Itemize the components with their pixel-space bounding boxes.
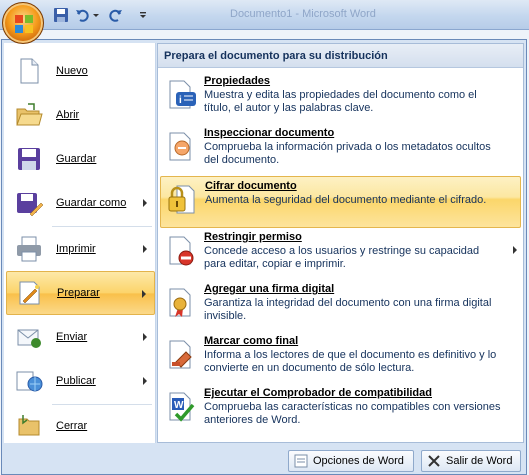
options-icon bbox=[294, 454, 308, 468]
svg-text:i: i bbox=[179, 95, 182, 106]
menu-label: Imprimir bbox=[56, 243, 96, 255]
menu-item-abrir[interactable]: Abrir bbox=[6, 93, 155, 137]
exit-word-label: Salir de Word bbox=[446, 455, 513, 467]
menu-item-nuevo[interactable]: Nuevo bbox=[6, 49, 155, 93]
word-options-button[interactable]: Opciones de Word bbox=[288, 450, 414, 472]
digital-signature-icon bbox=[169, 288, 191, 317]
properties-icon: i bbox=[169, 80, 196, 109]
mark-final-icon bbox=[169, 340, 192, 369]
undo-icon[interactable] bbox=[74, 6, 92, 24]
office-button[interactable] bbox=[2, 2, 44, 44]
menu-item-publicar[interactable]: Publicar bbox=[6, 359, 155, 403]
submenu-item-desc: Informa a los lectores de que el documen… bbox=[204, 349, 497, 374]
menu-item-cerrar[interactable]: Cerrar bbox=[6, 404, 155, 448]
submenu-item-desc: Comprueba la información privada o los m… bbox=[204, 141, 491, 166]
submenu-arrow-icon bbox=[142, 290, 146, 298]
menu-item-enviar[interactable]: Enviar bbox=[6, 315, 155, 359]
compatibility-checker-icon: W bbox=[169, 392, 195, 422]
submenu-item-title: Ejecutar el Comprobador de compatibilida… bbox=[204, 387, 432, 399]
submenu-item-desc: Garantiza la integridad del documento co… bbox=[204, 297, 492, 322]
left-menu: Nuevo Abrir Guardar Guardar como Imprimi… bbox=[4, 43, 156, 443]
save-icon bbox=[18, 148, 40, 170]
restrict-permission-icon bbox=[169, 236, 194, 266]
new-document-icon bbox=[20, 58, 39, 84]
submenu-header: Prepara el documento para su distribució… bbox=[158, 44, 523, 68]
close-icon bbox=[428, 455, 440, 467]
office-logo-icon bbox=[15, 15, 33, 33]
title-bar: Documento1 - Microsoft Word bbox=[0, 0, 529, 30]
menu-label: Enviar bbox=[56, 331, 88, 343]
submenu-arrow-icon bbox=[143, 377, 147, 385]
submenu-item-desc: Comprueba las características no compati… bbox=[204, 401, 501, 426]
redo-icon[interactable] bbox=[106, 6, 124, 24]
submenu-item-title: Propiedades bbox=[204, 75, 271, 87]
menu-label: Cerrar bbox=[56, 420, 88, 432]
submenu-item-title: Restringir permiso bbox=[204, 231, 302, 243]
menu-item-imprimir[interactable]: Imprimir bbox=[6, 227, 155, 271]
submenu-item-marcar-final[interactable]: Marcar como final Informa a los lectores… bbox=[160, 332, 521, 384]
menu-footer: Opciones de Word Salir de Word bbox=[2, 444, 526, 474]
prepare-submenu: Prepara el documento para su distribució… bbox=[157, 43, 524, 443]
submenu-item-title: Inspeccionar documento bbox=[204, 127, 335, 139]
submenu-item-title: Agregar una firma digital bbox=[204, 283, 335, 295]
submenu-arrow-icon bbox=[143, 199, 147, 207]
prepare-icon bbox=[19, 281, 40, 305]
menu-label: Abrir bbox=[56, 109, 80, 121]
menu-label: Publicar bbox=[56, 375, 96, 387]
submenu-item-compatibilidad[interactable]: W Ejecutar el Comprobador de compatibili… bbox=[160, 384, 521, 436]
menu-item-guardar-como[interactable]: Guardar como bbox=[6, 181, 155, 225]
save-as-icon bbox=[17, 193, 44, 217]
menu-label: Guardar bbox=[56, 153, 97, 165]
customize-icon[interactable] bbox=[138, 6, 148, 24]
menu-item-preparar[interactable]: Preparar bbox=[6, 271, 155, 315]
window-title: Documento1 - Microsoft Word bbox=[230, 8, 376, 20]
open-folder-icon bbox=[16, 103, 43, 126]
printer-icon bbox=[17, 236, 41, 262]
svg-text:W: W bbox=[174, 400, 184, 411]
menu-label: Guardar como bbox=[56, 197, 127, 209]
submenu-item-cifrar[interactable]: Cifrar documento Aumenta la seguridad de… bbox=[160, 176, 521, 228]
submenu-item-restringir[interactable]: Restringir permiso Concede acceso a los … bbox=[160, 228, 521, 280]
submenu-item-desc: Concede acceso a los usuarios y restring… bbox=[204, 245, 480, 270]
menu-item-guardar[interactable]: Guardar bbox=[6, 137, 155, 181]
menu-label: Nuevo bbox=[56, 65, 88, 77]
submenu-item-inspeccionar[interactable]: Inspeccionar documento Comprueba la info… bbox=[160, 124, 521, 176]
submenu-item-firma-digital[interactable]: Agregar una firma digital Garantiza la i… bbox=[160, 280, 521, 332]
publish-icon bbox=[16, 371, 43, 392]
submenu-item-desc: Aumenta la seguridad del documento media… bbox=[205, 194, 487, 206]
submenu-item-desc: Muestra y edita las propiedades del docu… bbox=[204, 89, 477, 114]
inspect-document-icon bbox=[169, 132, 191, 161]
office-menu: Nuevo Abrir Guardar Guardar como Imprimi… bbox=[1, 39, 527, 475]
menu-label: Preparar bbox=[57, 287, 100, 299]
close-document-icon bbox=[18, 415, 40, 436]
send-icon bbox=[17, 329, 41, 348]
submenu-item-propiedades[interactable]: i Propiedades Muestra y edita las propie… bbox=[160, 72, 521, 124]
submenu-arrow-icon bbox=[513, 246, 517, 254]
submenu-item-title: Marcar como final bbox=[204, 335, 299, 347]
submenu-arrow-icon bbox=[143, 245, 147, 253]
submenu-arrow-icon bbox=[143, 333, 147, 341]
submenu-item-title: Cifrar documento bbox=[205, 180, 297, 192]
encrypt-lock-icon bbox=[168, 185, 195, 214]
chevron-down-icon[interactable] bbox=[92, 6, 100, 24]
exit-word-button[interactable]: Salir de Word bbox=[421, 450, 521, 472]
word-options-label: Opciones de Word bbox=[313, 455, 404, 467]
save-icon[interactable] bbox=[52, 6, 70, 24]
